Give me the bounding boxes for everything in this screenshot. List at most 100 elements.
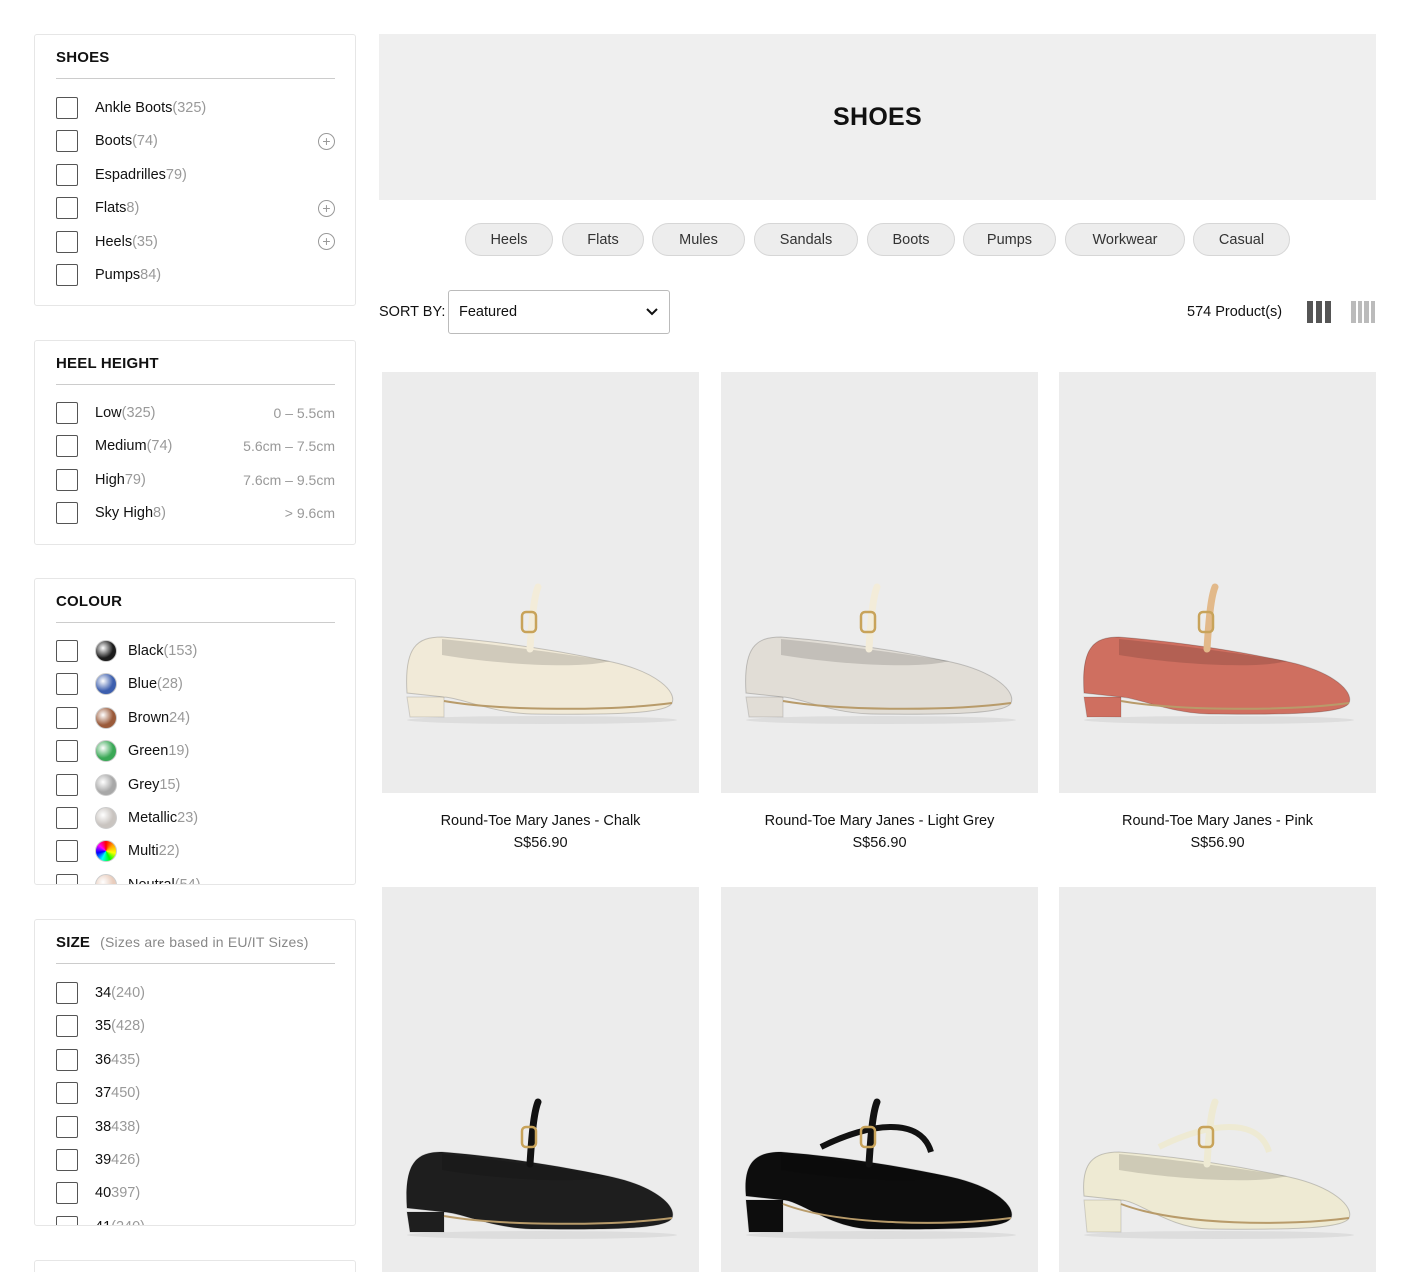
filter-option-ankle-boots[interactable]: Ankle Boots (325): [56, 96, 335, 120]
divider: [56, 622, 335, 623]
filter-count: 19): [168, 743, 190, 760]
filter-checkbox[interactable]: [56, 1182, 78, 1205]
heel-option-high[interactable]: High 79) 7.6cm – 9.5cm: [56, 468, 335, 492]
filter-option-boots[interactable]: Boots (74) +: [56, 129, 335, 153]
heel-range: > 9.6cm: [284, 505, 335, 522]
filter-checkbox[interactable]: [56, 1048, 78, 1071]
product-card[interactable]: [721, 887, 1038, 1272]
product-card[interactable]: [1059, 887, 1376, 1272]
chip-flats[interactable]: Flats: [562, 223, 644, 256]
filter-count: 426): [111, 1152, 141, 1168]
filter-title-heel-height: HEEL HEIGHT: [56, 355, 159, 372]
chip-workwear[interactable]: Workwear: [1065, 223, 1185, 256]
filter-checkbox[interactable]: [56, 740, 78, 763]
filter-checkbox[interactable]: [56, 163, 78, 186]
size-option-40[interactable]: 40 397): [56, 1181, 335, 1205]
expand-plus-icon[interactable]: +: [318, 233, 335, 251]
filter-checkbox[interactable]: [56, 673, 78, 696]
filter-label: 35: [95, 1018, 112, 1035]
chip-boots[interactable]: Boots: [867, 223, 955, 256]
size-option-36[interactable]: 36 435): [56, 1048, 335, 1072]
colour-swatch: [95, 673, 117, 696]
filter-checkbox[interactable]: [56, 982, 78, 1004]
product-card[interactable]: Round-Toe Mary Janes - Chalk S$56.90: [382, 372, 699, 851]
filter-checkbox[interactable]: [56, 1215, 78, 1225]
filter-checkbox[interactable]: [56, 468, 78, 491]
product-image[interactable]: [1059, 887, 1376, 1272]
filter-checkbox[interactable]: [56, 435, 78, 458]
filter-checkbox[interactable]: [56, 264, 78, 286]
filter-checkbox[interactable]: [56, 130, 78, 153]
product-count: 574 Product(s): [1187, 304, 1283, 320]
size-option-34[interactable]: 34 (240): [56, 981, 335, 1005]
grid-3-columns-icon[interactable]: [1307, 301, 1331, 323]
colour-option-neutral[interactable]: Neutral (54): [56, 873, 335, 884]
chevron-down-icon: [645, 304, 659, 320]
filter-count: 15): [159, 776, 181, 793]
filter-checkbox[interactable]: [56, 1115, 78, 1138]
filter-checkbox[interactable]: [56, 197, 78, 220]
filter-checkbox[interactable]: [56, 807, 78, 829]
product-image[interactable]: [721, 372, 1038, 793]
filter-count: 79): [124, 471, 146, 488]
product-card[interactable]: Round-Toe Mary Janes - Pink S$56.90: [1059, 372, 1376, 851]
size-option-41[interactable]: 41 (240): [56, 1215, 335, 1225]
filter-label: Espadrilles: [95, 166, 166, 183]
colour-swatch: [95, 873, 117, 884]
sort-select[interactable]: Featured: [448, 290, 670, 334]
product-image[interactable]: [382, 372, 699, 793]
expand-plus-icon[interactable]: +: [318, 132, 335, 150]
colour-option-blue[interactable]: Blue (28): [56, 672, 335, 696]
heel-option-low[interactable]: Low (325) 0 – 5.5cm: [56, 401, 335, 425]
filter-count: (28): [157, 676, 183, 693]
product-price: S$56.90: [852, 835, 907, 851]
product-image[interactable]: [382, 887, 699, 1272]
filter-checkbox[interactable]: [56, 773, 78, 796]
colour-option-green[interactable]: Green 19): [56, 739, 335, 763]
size-option-37[interactable]: 37 450): [56, 1081, 335, 1105]
colour-swatch: [95, 840, 117, 863]
size-option-39[interactable]: 39 426): [56, 1148, 335, 1172]
product-image[interactable]: [721, 887, 1038, 1272]
expand-plus-icon[interactable]: +: [318, 199, 335, 217]
colour-option-brown[interactable]: Brown 24): [56, 706, 335, 730]
colour-option-metallic[interactable]: Metallic 23): [56, 806, 335, 830]
filter-option-heels[interactable]: Heels (35) +: [56, 230, 335, 254]
product-card[interactable]: [382, 887, 699, 1272]
size-option-38[interactable]: 38 438): [56, 1115, 335, 1139]
chip-sandals[interactable]: Sandals: [754, 223, 858, 256]
filter-checkbox[interactable]: [56, 840, 78, 863]
filter-option-espadrilles[interactable]: Espadrilles 79): [56, 163, 335, 187]
colour-option-multi[interactable]: Multi 22): [56, 839, 335, 863]
filter-option-pumps[interactable]: Pumps 84): [56, 263, 335, 287]
product-name[interactable]: Round-Toe Mary Janes - Pink: [1059, 813, 1376, 829]
filter-checkbox[interactable]: [56, 230, 78, 253]
filter-label: Sky High: [95, 505, 154, 522]
chip-pumps[interactable]: Pumps: [963, 223, 1056, 256]
heel-option-medium[interactable]: Medium (74) 5.6cm – 7.5cm: [56, 434, 335, 458]
grid-4-columns-icon[interactable]: [1351, 301, 1375, 323]
filter-option-flats[interactable]: Flats 8) +: [56, 196, 335, 220]
filter-checkbox[interactable]: [56, 97, 78, 119]
product-name[interactable]: Round-Toe Mary Janes - Light Grey: [721, 813, 1038, 829]
filter-checkbox[interactable]: [56, 402, 78, 424]
filter-checkbox[interactable]: [56, 706, 78, 729]
chip-mules[interactable]: Mules: [652, 223, 745, 256]
filter-checkbox[interactable]: [56, 873, 78, 884]
product-name[interactable]: Round-Toe Mary Janes - Chalk: [382, 813, 699, 829]
filter-count: (240): [111, 985, 145, 1001]
colour-option-grey[interactable]: Grey 15): [56, 773, 335, 797]
colour-option-black[interactable]: Black (153): [56, 639, 335, 663]
filter-checkbox[interactable]: [56, 1082, 78, 1105]
filter-checkbox[interactable]: [56, 1149, 78, 1171]
filter-checkbox[interactable]: [56, 1015, 78, 1038]
size-option-35[interactable]: 35 (428): [56, 1014, 335, 1038]
product-card[interactable]: Round-Toe Mary Janes - Light Grey S$56.90: [721, 372, 1038, 851]
chip-casual[interactable]: Casual: [1193, 223, 1290, 256]
filter-checkbox[interactable]: [56, 502, 78, 525]
filter-count: (74): [146, 438, 173, 455]
product-image[interactable]: [1059, 372, 1376, 793]
filter-checkbox[interactable]: [56, 640, 78, 662]
chip-heels[interactable]: Heels: [465, 223, 553, 256]
heel-option-sky-high[interactable]: Sky High 8) > 9.6cm: [56, 501, 335, 525]
